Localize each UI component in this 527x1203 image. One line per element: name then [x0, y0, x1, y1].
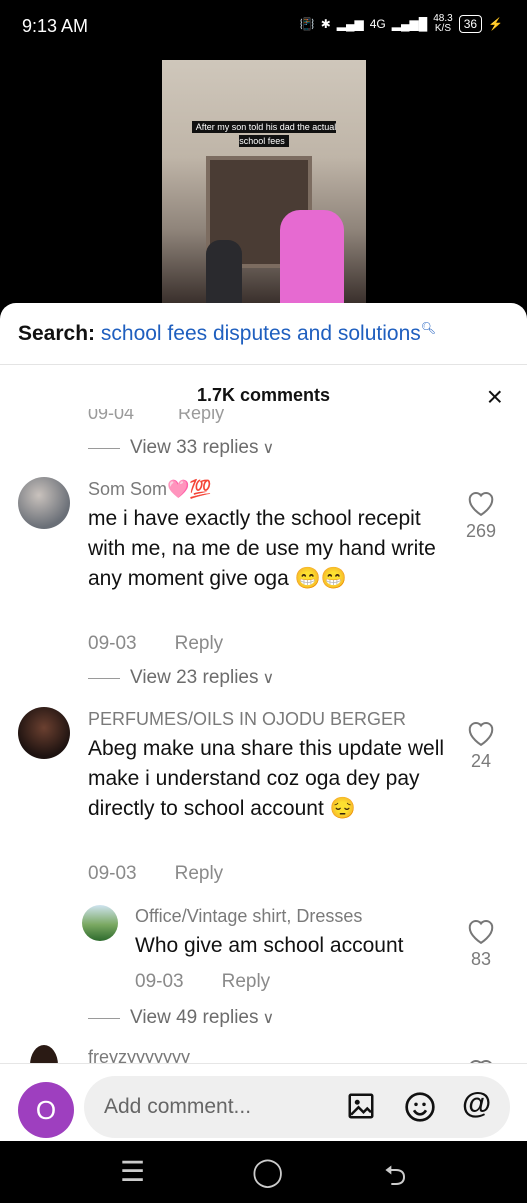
- comment-date: 09-03: [88, 633, 137, 654]
- vibrate-icon: 📳: [299, 17, 315, 31]
- comment-date: 09-04: [88, 403, 135, 423]
- charging-icon: ⚡: [488, 17, 503, 31]
- comment-text: Abeg make una share this update well mak…: [88, 737, 445, 820]
- reply-button[interactable]: Reply: [222, 971, 271, 992]
- system-nav-bar: ☰ ◯ ⮌: [0, 1141, 527, 1200]
- user-avatar[interactable]: O: [18, 1082, 74, 1138]
- video-thumbnail[interactable]: After my son told his dad the actual sch…: [162, 60, 366, 303]
- comment-date: 09-03: [88, 863, 137, 884]
- network-type: 4G: [369, 17, 386, 31]
- reply-button[interactable]: Reply: [175, 633, 224, 654]
- like-button[interactable]: 269: [461, 489, 501, 542]
- chevron-down-icon: ∨: [262, 1010, 275, 1027]
- search-label: Search:: [18, 322, 96, 345]
- heart-icon: [468, 491, 494, 517]
- view-replies-line: [88, 677, 120, 679]
- view-replies-label: View 23 replies: [130, 667, 259, 688]
- status-icons: 📳 ✱ ▂▄▆ 4G ▂▄▆█ 48.3 K/S 36 ⚡: [300, 14, 503, 34]
- comment-input[interactable]: Add comment... @: [84, 1076, 510, 1138]
- view-replies-label: View 33 replies: [130, 437, 259, 458]
- comment-text: me i have exactly the school recepit wit…: [88, 507, 436, 590]
- video-caption: After my son told his dad the actual sch…: [182, 120, 346, 148]
- comment-username[interactable]: PERFUMES/OILS IN OJODU BERGER: [88, 709, 406, 730]
- comments-sheet: Search: school fees disputes and solutio…: [0, 303, 527, 1141]
- comment-text: Who give am school account: [135, 934, 404, 957]
- network-speed: 48.3 K/S: [433, 13, 453, 34]
- comments-list[interactable]: 09-04 Reply View 33 replies ∨ Som Som🩷💯 m…: [0, 403, 527, 1065]
- mention-icon[interactable]: @: [462, 1089, 491, 1119]
- heart-icon: [468, 919, 494, 945]
- like-count: 83: [470, 949, 492, 969]
- heart-icon: [468, 721, 494, 747]
- status-time: 9:13 AM: [22, 16, 89, 36]
- view-replies-button[interactable]: View 33 replies ∨: [88, 437, 274, 459]
- image-icon[interactable]: [346, 1091, 376, 1127]
- chevron-down-icon: ∨: [262, 440, 275, 457]
- comment-date: 09-03: [135, 971, 184, 992]
- emoji-icon[interactable]: [404, 1091, 436, 1129]
- view-replies-line: [88, 1017, 120, 1019]
- avatar[interactable]: [30, 1045, 58, 1065]
- view-replies-button[interactable]: View 23 replies ∨: [88, 667, 274, 689]
- comment-placeholder: Add comment...: [104, 1095, 252, 1118]
- signal-icon-2: ▂▄▆█: [391, 17, 428, 31]
- comment-meta: 09-03 Reply: [88, 633, 223, 655]
- video-figure-woman: [280, 210, 344, 303]
- like-button[interactable]: 24: [461, 719, 501, 772]
- comment-meta: 09-03 Reply: [135, 971, 270, 993]
- battery-indicator: 36: [458, 15, 483, 33]
- avatar[interactable]: [18, 707, 70, 759]
- recent-apps-icon[interactable]: ☰: [120, 1155, 145, 1188]
- divider: [0, 364, 527, 365]
- search-query[interactable]: school fees disputes and solutions: [101, 322, 421, 345]
- back-icon[interactable]: ⮌: [384, 1155, 406, 1203]
- avatar[interactable]: [82, 905, 118, 941]
- status-bar: 9:13 AM 📳 ✱ ▂▄▆ 4G ▂▄▆█ 48.3 K/S 36 ⚡: [0, 0, 527, 52]
- comment-username[interactable]: Office/Vintage shirt, Dresses: [135, 906, 362, 927]
- reply-button[interactable]: Reply: [178, 409, 224, 423]
- search-icon: 🔍︎: [420, 321, 436, 335]
- comment-username[interactable]: Som Som🩷💯: [88, 479, 212, 500]
- avatar[interactable]: [18, 477, 70, 529]
- view-replies-button[interactable]: View 49 replies ∨: [88, 1007, 274, 1029]
- view-replies-line: [88, 447, 120, 449]
- like-button[interactable]: 83: [461, 917, 501, 970]
- like-count: 24: [470, 751, 492, 771]
- comment-meta: 09-03 Reply: [88, 863, 223, 885]
- search-suggestion[interactable]: Search: school fees disputes and solutio…: [18, 321, 436, 346]
- video-figure-boy: [206, 240, 242, 303]
- like-count: 269: [465, 521, 497, 541]
- faded-reply-row: 09-04 Reply: [88, 403, 224, 424]
- comment-input-bar: O Add comment... @: [0, 1063, 527, 1142]
- home-icon[interactable]: ◯: [252, 1155, 283, 1188]
- reply-button[interactable]: Reply: [175, 863, 224, 884]
- view-replies-label: View 49 replies: [130, 1007, 259, 1028]
- bluetooth-icon: ✱: [320, 17, 331, 31]
- chevron-down-icon: ∨: [262, 670, 275, 687]
- signal-icon: ▂▄▆: [336, 17, 364, 31]
